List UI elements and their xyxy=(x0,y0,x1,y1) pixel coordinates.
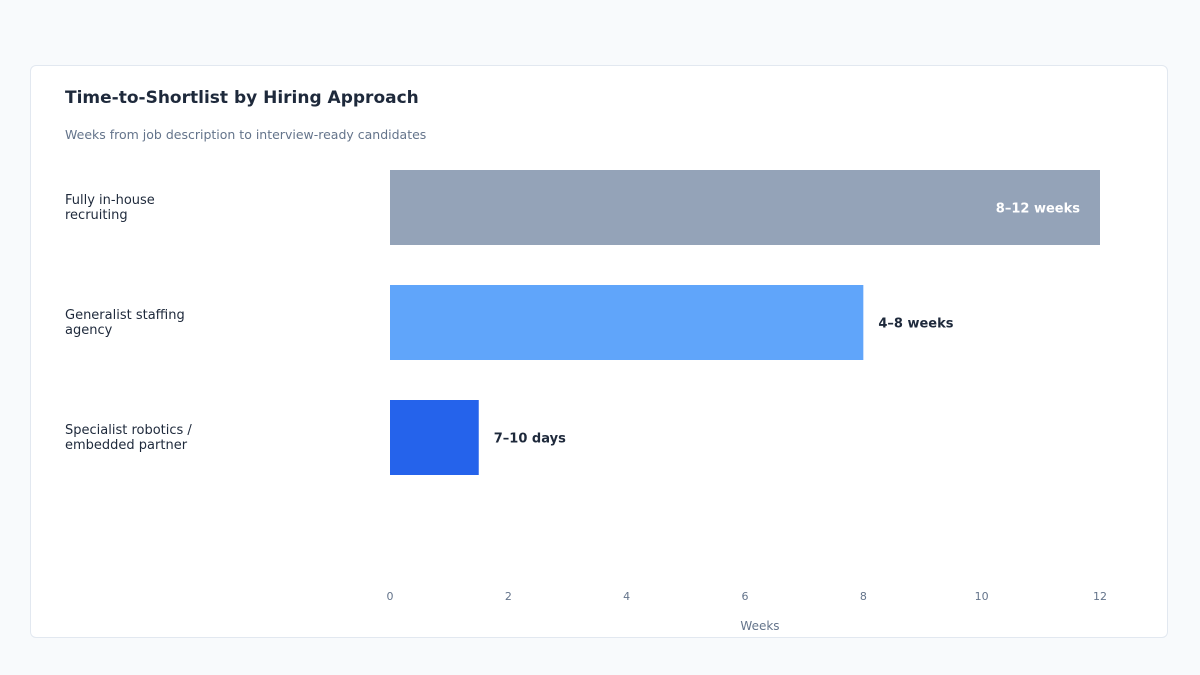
x-tick-label: 4 xyxy=(623,590,630,603)
data-label-2: 7–10 days xyxy=(494,432,566,447)
x-tick-label: 2 xyxy=(505,590,512,603)
x-tick-label: 0 xyxy=(387,590,394,603)
bar-1 xyxy=(390,285,864,360)
category-label-line: Specialist robotics / xyxy=(65,423,192,438)
x-tick-label: 8 xyxy=(860,590,867,603)
data-label-0: 8–12 weeks xyxy=(996,202,1080,217)
category-label-1: Generalist staffing agency xyxy=(65,308,185,338)
category-label-0: Fully in-house recruiting xyxy=(65,193,155,223)
category-label-line: recruiting xyxy=(65,208,128,223)
category-label-2: Specialist robotics / embedded partner xyxy=(65,423,192,453)
category-label-line: embedded partner xyxy=(65,438,188,453)
data-label-1: 4–8 weeks xyxy=(878,317,953,332)
x-tick-label: 6 xyxy=(742,590,749,603)
category-label-line: Fully in-house xyxy=(65,193,155,208)
x-tick-label: 12 xyxy=(1093,590,1107,603)
category-label-line: agency xyxy=(65,323,113,338)
bar-chart: Fully in-house recruiting 8–12 weeks Genera… xyxy=(65,170,1107,633)
x-axis-label: Weeks xyxy=(740,619,779,633)
x-tick-label: 10 xyxy=(975,590,989,603)
category-label-line: Generalist staffing xyxy=(65,308,185,323)
bar-2 xyxy=(390,400,479,475)
bar-0 xyxy=(390,170,1100,245)
